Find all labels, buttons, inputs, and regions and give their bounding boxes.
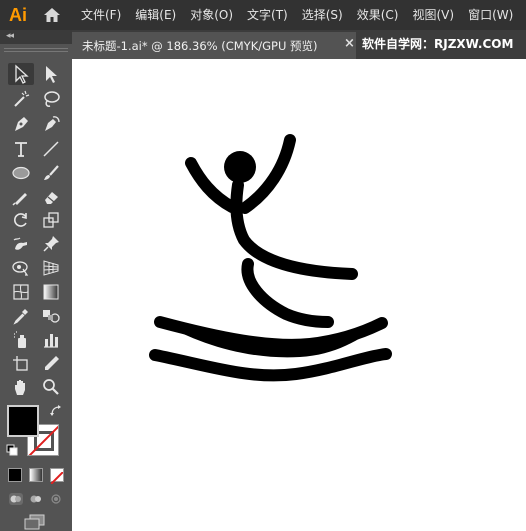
menu-window[interactable]: 窗口(W) (461, 0, 520, 30)
line-segment-tool[interactable] (38, 138, 64, 160)
menu-select[interactable]: 选择(S) (295, 0, 350, 30)
draw-normal-icon[interactable] (8, 492, 24, 506)
menu-view[interactable]: 视图(V) (405, 0, 461, 30)
type-t-icon (15, 142, 27, 157)
shape-builder-icon (12, 261, 29, 276)
lower-wave (149, 348, 392, 382)
none-slash-icon (50, 471, 64, 485)
symbol-sprayer-tool[interactable] (8, 329, 34, 351)
direct-selection-tool[interactable] (38, 63, 64, 85)
draw-inside-icon[interactable] (48, 492, 64, 506)
gradient-tool[interactable] (38, 281, 64, 303)
line-segment-icon (43, 141, 59, 157)
home-icon (44, 8, 60, 22)
mesh-tool[interactable] (8, 281, 34, 303)
document-tab-label: 未标题-1.ai* @ 186.36% (CMYK/GPU 预览) (82, 38, 318, 53)
magic-wand-tool[interactable] (8, 88, 34, 110)
menu-object[interactable]: 对象(O) (183, 0, 240, 30)
shape-builder-tool[interactable] (8, 257, 34, 279)
hand-icon (15, 380, 25, 395)
paintbrush-icon (44, 165, 59, 180)
lasso-tool[interactable] (38, 88, 64, 110)
eyedropper-tool[interactable] (8, 305, 34, 327)
zoom-magnifier-icon (43, 379, 59, 395)
artboard-tool[interactable] (8, 353, 34, 375)
puppet-pin-icon (43, 236, 59, 252)
mesh-icon (13, 284, 29, 300)
home-button[interactable] (36, 0, 68, 30)
scale-tool[interactable] (38, 209, 64, 231)
paintbrush-tool[interactable] (38, 162, 64, 184)
column-graph-icon (44, 334, 58, 348)
menu-file[interactable]: 文件(F) (74, 0, 128, 30)
rotate-tool[interactable] (8, 209, 34, 231)
swap-fill-stroke-icon[interactable] (49, 404, 63, 418)
collapse-arrows-icon[interactable]: ◂◂ (6, 31, 14, 41)
pen-tool[interactable] (8, 113, 34, 135)
fill-color-swatch[interactable] (7, 405, 39, 437)
slice-knife-icon (45, 356, 59, 370)
gradient-mode-button[interactable] (29, 468, 43, 482)
none-mode-button[interactable] (50, 468, 64, 485)
artboard-canvas[interactable] (72, 59, 526, 531)
puppet-warp-tool[interactable] (38, 233, 64, 255)
type-tool[interactable] (8, 138, 34, 160)
shaper-tool[interactable] (8, 186, 34, 208)
curvature-pen-icon (45, 116, 60, 131)
blend-tool[interactable] (38, 305, 64, 327)
watermark-text: 软件自学网：RJZXW.COM (362, 37, 514, 51)
shaper-pencil-icon (12, 193, 27, 206)
artwork (149, 134, 392, 382)
eyedropper-icon (13, 309, 28, 325)
gradient-icon (43, 284, 59, 300)
screen-mode-icon[interactable] (22, 514, 48, 530)
ellipse-icon (12, 166, 30, 180)
rotate-icon (14, 213, 27, 227)
menu-effect[interactable]: 效果(C) (350, 0, 406, 30)
selection-tool[interactable] (8, 63, 34, 85)
default-colors-icon[interactable] (6, 444, 18, 456)
ellipse-tool[interactable] (8, 162, 34, 184)
zoom-tool[interactable] (38, 376, 64, 398)
symbol-sprayer-icon (14, 331, 26, 348)
color-mode-button[interactable] (8, 468, 22, 482)
direct-selection-arrow-icon (46, 66, 57, 83)
curvature-tool[interactable] (38, 113, 64, 135)
menu-type[interactable]: 文字(T) (240, 0, 295, 30)
artboard-icon (13, 356, 28, 371)
perspective-grid-icon (43, 260, 59, 276)
magic-wand-icon (14, 90, 30, 107)
perspective-grid-tool[interactable] (38, 257, 64, 279)
eraser-tool[interactable] (38, 186, 64, 208)
lasso-icon (44, 91, 60, 107)
figure-head (224, 151, 256, 183)
warp-hand-icon (13, 237, 27, 250)
app-logo: Ai (9, 4, 27, 25)
close-tab-icon[interactable]: × (344, 36, 355, 51)
scale-icon (43, 212, 59, 228)
document-tab[interactable]: 未标题-1.ai* @ 186.36% (CMYK/GPU 预览) (72, 32, 356, 59)
pen-nib-icon (15, 117, 28, 131)
hand-tool[interactable] (8, 376, 34, 398)
slice-tool[interactable] (38, 353, 64, 375)
panel-grip[interactable] (4, 48, 68, 52)
blend-icon (43, 310, 60, 323)
column-graph-tool[interactable] (38, 329, 64, 351)
draw-behind-icon[interactable] (28, 492, 44, 506)
menu-edit[interactable]: 编辑(E) (128, 0, 183, 30)
warp-tool[interactable] (8, 233, 34, 255)
selection-arrow-icon (15, 64, 29, 84)
eraser-icon (45, 192, 58, 204)
illustrator-window: Ai 文件(F) 编辑(E) 对象(O) 文字(T) 选择(S) 效果(C) 视… (0, 0, 526, 531)
menu-bar: Ai 文件(F) 编辑(E) 对象(O) 文字(T) 选择(S) 效果(C) 视… (0, 0, 526, 30)
